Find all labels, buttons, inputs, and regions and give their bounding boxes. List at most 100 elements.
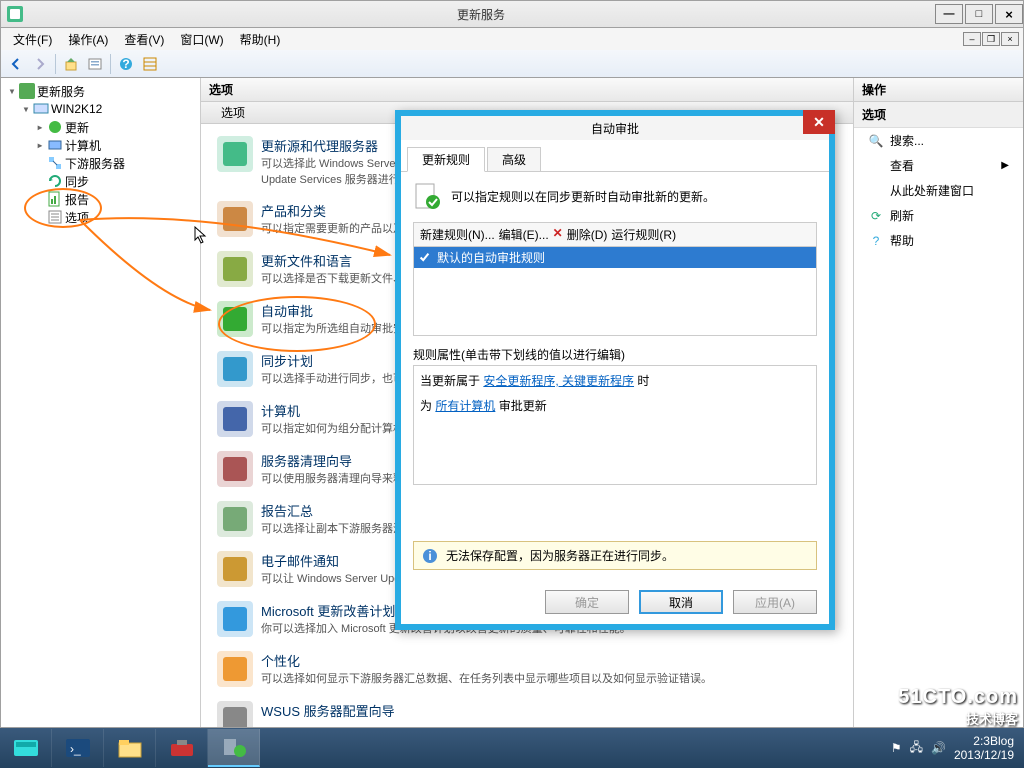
run-rule-button[interactable]: 运行规则(R) <box>611 226 676 243</box>
props-text: 审批更新 <box>499 399 547 413</box>
dialog-tabs: 更新规则 高级 <box>401 140 829 172</box>
rule-props-label: 规则属性(单击带下划线的值以进行编辑) <box>413 346 817 363</box>
action-search[interactable]: 🔍搜索... <box>854 128 1023 153</box>
menu-action[interactable]: 操作(A) <box>60 29 116 50</box>
menu-file[interactable]: 文件(F) <box>5 29 60 50</box>
task-toolbox[interactable] <box>156 729 208 767</box>
delete-icon: ✕ <box>553 226 563 243</box>
tree-item-downstream[interactable]: 下游服务器 <box>5 154 196 172</box>
rules-toolbar: 新建规则(N)... 编辑(E)... ✕ 删除(D) 运行规则(R) <box>413 222 817 246</box>
task-powershell[interactable]: ›_ <box>52 729 104 767</box>
option-icon <box>217 701 253 727</box>
tree-item-computer[interactable]: ▸计算机 <box>5 136 196 154</box>
auto-approve-dialog: 自动审批 ✕ 更新规则 高级 可以指定规则以在同步更新时自动审批新的更新。 新建… <box>395 110 835 630</box>
rule-row[interactable]: 默认的自动审批规则 <box>414 247 816 268</box>
edit-rule-button[interactable]: 编辑(E)... <box>499 226 549 243</box>
rule-checkbox[interactable] <box>418 251 431 264</box>
action-help[interactable]: ?帮助 <box>854 228 1023 253</box>
system-tray[interactable]: ⚑ 🖧 🔊 2:3Blog 2013/12/19 <box>891 734 1024 762</box>
new-rule-button[interactable]: 新建规则(N)... <box>420 226 495 243</box>
actions-panel: 操作 选项 🔍搜索... 查看▶ 从此处新建窗口 ⟳刷新 ?帮助 <box>853 78 1023 727</box>
tree-item-update[interactable]: ▸更新 <box>5 118 196 136</box>
actions-sub: 选项 <box>854 102 1023 128</box>
dialog-close-button[interactable]: ✕ <box>803 110 835 134</box>
menu-view[interactable]: 查看(V) <box>116 29 172 50</box>
nav-forward-button[interactable] <box>29 53 51 75</box>
maximize-button[interactable]: □ <box>965 4 993 24</box>
tree-item-label: 计算机 <box>65 137 101 154</box>
option-item[interactable]: WSUS 服务器配置向导 <box>201 697 853 727</box>
tree-root[interactable]: ▾更新服务 <box>5 82 196 100</box>
tab-update-rules[interactable]: 更新规则 <box>407 147 485 172</box>
warning-text: 无法保存配置，因为服务器正在进行同步。 <box>446 547 674 564</box>
tree-item-label: 下游服务器 <box>65 155 125 172</box>
computer-icon <box>33 101 49 117</box>
svg-text:?: ? <box>122 57 129 71</box>
option-icon <box>217 401 253 437</box>
tray-blog: Blog <box>990 734 1014 748</box>
option-desc: 可以指定如何为组分配计算机。 <box>261 420 415 436</box>
svg-text:›_: ›_ <box>70 742 81 756</box>
tree-panel: ▾更新服务 ▾WIN2K12 ▸更新 ▸计算机 下游服务器 同步 报告 选项 <box>1 78 201 727</box>
svg-text:i: i <box>428 549 431 563</box>
option-icon <box>217 451 253 487</box>
option-title: 个性化 <box>261 651 712 670</box>
content-header: 选项 <box>201 78 853 102</box>
dialog-titlebar: 自动审批 ✕ <box>401 116 829 140</box>
nav-back-button[interactable] <box>5 53 27 75</box>
tray-volume-icon[interactable]: 🔊 <box>931 741 946 755</box>
props-link-target[interactable]: 所有计算机 <box>435 399 495 413</box>
mdi-minimize[interactable]: – <box>963 32 981 46</box>
tree-server-label: WIN2K12 <box>51 102 102 116</box>
watermark-line2: 技术博客 <box>898 709 1018 728</box>
option-title: 计算机 <box>261 401 415 420</box>
tray-network-icon[interactable]: 🖧 <box>910 738 923 759</box>
cancel-button[interactable]: 取消 <box>639 590 723 614</box>
downstream-icon <box>47 155 63 171</box>
tray-time: 2:3 <box>973 734 990 748</box>
option-item[interactable]: 个性化可以选择如何显示下游服务器汇总数据、在任务列表中显示哪些项目以及如何显示验… <box>201 647 853 697</box>
dialog-title: 自动审批 <box>401 120 829 137</box>
delete-rule-button[interactable]: 删除(D) <box>567 226 608 243</box>
tool-up-button[interactable] <box>60 53 82 75</box>
tool-grid-button[interactable] <box>139 53 161 75</box>
options-icon <box>47 209 63 225</box>
tree-item-sync[interactable]: 同步 <box>5 172 196 190</box>
menu-help[interactable]: 帮助(H) <box>232 29 289 50</box>
watermark-line1: 51CTO.com <box>898 686 1018 709</box>
menu-window[interactable]: 窗口(W) <box>172 29 231 50</box>
tree-server[interactable]: ▾WIN2K12 <box>5 100 196 118</box>
option-title: WSUS 服务器配置向导 <box>261 701 395 720</box>
tree-item-report[interactable]: 报告 <box>5 190 196 208</box>
option-icon <box>217 651 253 687</box>
tree-item-label: 更新 <box>65 119 89 136</box>
rule-name: 默认的自动审批规则 <box>437 249 545 266</box>
tab-advanced[interactable]: 高级 <box>487 147 541 172</box>
action-new-window[interactable]: 从此处新建窗口 <box>854 178 1023 203</box>
tree-item-options[interactable]: 选项 <box>5 208 196 226</box>
tree-item-label: 选项 <box>65 209 89 226</box>
action-view[interactable]: 查看▶ <box>854 153 1023 178</box>
mdi-close[interactable]: × <box>1001 32 1019 46</box>
rules-list[interactable]: 默认的自动审批规则 <box>413 246 817 336</box>
tool-properties-button[interactable] <box>84 53 106 75</box>
task-explorer[interactable] <box>104 729 156 767</box>
close-button[interactable]: × <box>995 4 1023 24</box>
apply-button[interactable]: 应用(A) <box>733 590 817 614</box>
task-server-manager[interactable] <box>0 729 52 767</box>
props-text: 当更新属于 <box>420 374 480 388</box>
action-label: 从此处新建窗口 <box>890 182 974 199</box>
report-icon <box>47 191 63 207</box>
tray-flag-icon[interactable]: ⚑ <box>891 741 902 755</box>
props-link-classification[interactable]: 安全更新程序, 关键更新程序 <box>483 374 634 388</box>
app-icon <box>7 6 23 22</box>
task-wsus[interactable] <box>208 729 260 767</box>
minimize-button[interactable]: — <box>935 4 963 24</box>
tool-help-button[interactable]: ? <box>115 53 137 75</box>
action-refresh[interactable]: ⟳刷新 <box>854 203 1023 228</box>
option-icon <box>217 201 253 237</box>
toolbar: ? <box>0 50 1024 78</box>
mdi-restore[interactable]: ❐ <box>982 32 1000 46</box>
watermark: 51CTO.com 技术博客 <box>898 686 1018 728</box>
ok-button[interactable]: 确定 <box>545 590 629 614</box>
